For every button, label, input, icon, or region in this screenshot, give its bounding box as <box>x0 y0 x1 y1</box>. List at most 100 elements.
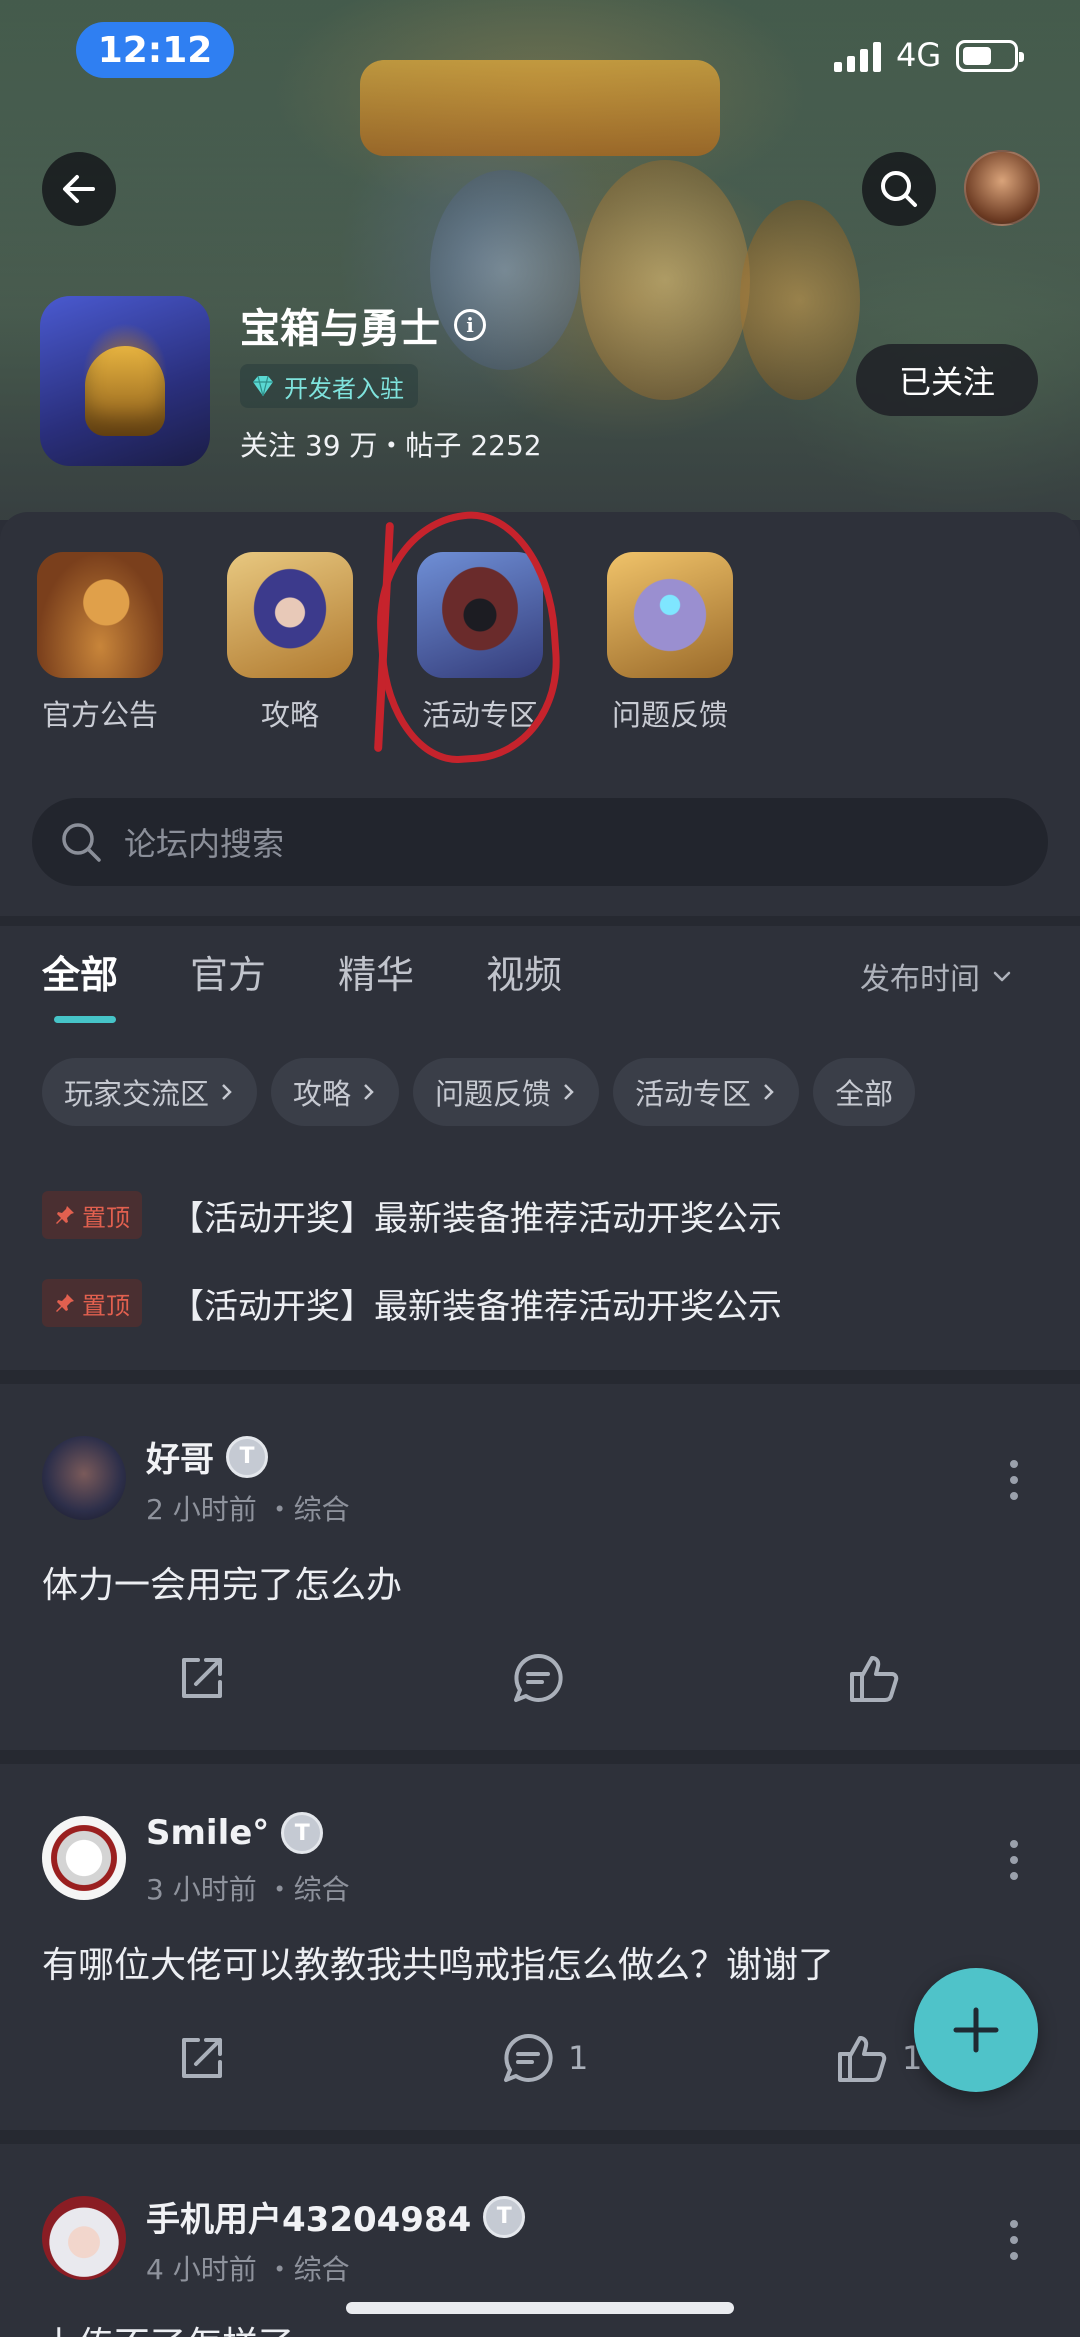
battery-icon <box>956 40 1024 72</box>
shortcut-events[interactable]: 活动专区 <box>400 552 560 734</box>
create-post-button[interactable] <box>914 1968 1038 2092</box>
more-options-icon[interactable] <box>1006 1460 1022 1500</box>
shortcut-row: 官方公告 攻略 活动专区 问题反馈 <box>0 552 1080 732</box>
pinned-badge: 置顶 <box>42 1191 142 1239</box>
tab-video[interactable]: 视频 <box>486 944 562 999</box>
share-icon <box>182 1658 222 1698</box>
thumbs-up-icon <box>850 1656 899 1702</box>
pinned-badge-label: 置顶 <box>82 1203 130 1232</box>
shortcut-feedback[interactable]: 问题反馈 <box>590 552 750 734</box>
pin-icon <box>56 1206 74 1224</box>
comment-button[interactable]: 1 <box>500 2030 588 2086</box>
game-title: 宝箱与勇士 <box>240 306 440 352</box>
active-tab-indicator <box>54 1016 116 1023</box>
tab-featured[interactable]: 精华 <box>338 944 414 999</box>
chip-label: 全部 <box>835 1077 894 1111</box>
pin-icon <box>56 1294 74 1312</box>
pinned-badge: 置顶 <box>42 1279 142 1327</box>
chip-all[interactable]: 全部 <box>813 1058 916 1126</box>
search-placeholder: 论坛内搜索 <box>124 825 285 863</box>
level-badge-icon: T <box>483 2195 526 2238</box>
shortcut-icon <box>37 552 163 678</box>
forum-stats: 关注 39 万・帖子 2252 <box>240 429 542 462</box>
search-icon <box>881 171 917 207</box>
like-button[interactable] <box>846 1650 914 1706</box>
post-meta: 4 小时前 ・综合 <box>146 2253 350 2286</box>
comment-button[interactable] <box>510 1650 578 1706</box>
sort-dropdown[interactable]: 发布时间 <box>860 954 1014 998</box>
plus-icon <box>953 2007 999 2053</box>
post-meta: 3 小时前 ・综合 <box>146 1873 350 1906</box>
share-icon <box>182 2038 222 2078</box>
post-actions <box>0 1650 1080 1720</box>
chip-feedback[interactable]: 问题反馈 <box>413 1058 600 1126</box>
banner-character-art <box>740 200 860 400</box>
pinned-title: 【活动开奖】最新装备推荐活动开奖公示 <box>170 1286 782 1327</box>
banner-character-art <box>580 160 750 400</box>
shortcut-official-announcement[interactable]: 官方公告 <box>20 552 180 734</box>
pinned-badge-label: 置顶 <box>82 1291 130 1320</box>
chevron-right-icon <box>764 1084 774 1100</box>
author-avatar[interactable] <box>42 2196 126 2280</box>
sort-label: 发布时间 <box>860 962 980 997</box>
chip-events[interactable]: 活动专区 <box>613 1058 800 1126</box>
post-meta: 2 小时前 ・综合 <box>146 1493 350 1526</box>
chevron-right-icon <box>564 1084 574 1100</box>
shortcut-label: 攻略 <box>260 698 319 732</box>
follow-button[interactable]: 已关注 <box>856 344 1038 416</box>
section-divider <box>0 2130 1080 2144</box>
post-content: 上传不了怎样了 <box>42 2316 294 2337</box>
chevron-right-icon <box>222 1084 232 1100</box>
section-divider <box>0 1750 1080 1764</box>
pinned-post[interactable]: 置顶 【活动开奖】最新装备推荐活动开奖公示 <box>42 1278 782 1328</box>
developer-badge: 开发者入驻 <box>240 364 418 408</box>
tab-official[interactable]: 官方 <box>190 944 266 999</box>
share-button[interactable] <box>174 1650 230 1706</box>
level-badge-icon: T <box>226 1435 268 1478</box>
shortcut-guide[interactable]: 攻略 <box>210 552 370 734</box>
chip-guide[interactable]: 攻略 <box>271 1058 400 1126</box>
section-divider <box>0 1370 1080 1384</box>
network-type: 4G <box>896 36 942 74</box>
author-name: Smile° <box>146 1813 270 1853</box>
share-button[interactable] <box>174 2030 230 2086</box>
developer-badge-label: 开发者入驻 <box>284 374 404 403</box>
thumbs-up-icon <box>838 2036 887 2082</box>
author-avatar[interactable] <box>42 1436 126 1520</box>
shortcut-label: 活动专区 <box>421 698 538 732</box>
status-bar: 12:12 4G <box>0 0 1080 100</box>
chip-player-exchange[interactable]: 玩家交流区 <box>42 1058 258 1126</box>
shortcut-icon <box>227 552 353 678</box>
pinned-post[interactable]: 置顶 【活动开奖】最新装备推荐活动开奖公示 <box>42 1190 782 1240</box>
diamond-icon <box>253 375 273 397</box>
chip-label: 活动专区 <box>635 1077 752 1111</box>
category-chips: 玩家交流区 攻略 问题反馈 活动专区 全部 <box>42 1058 916 1126</box>
user-avatar[interactable] <box>964 150 1040 226</box>
back-button[interactable] <box>42 152 116 226</box>
info-icon[interactable]: i <box>454 309 486 341</box>
forum-search-bar[interactable]: 论坛内搜索 <box>32 798 1048 886</box>
section-divider <box>0 916 1080 926</box>
post-content: 体力一会用完了怎么办 <box>42 1565 403 1606</box>
like-button[interactable]: 1 <box>834 2030 922 2086</box>
comment-icon <box>504 2033 553 2082</box>
shortcut-label: 官方公告 <box>41 698 158 732</box>
search-icon <box>62 823 101 862</box>
shortcut-icon <box>607 552 733 678</box>
level-badge-icon: T <box>281 1812 324 1854</box>
post-card[interactable]: 好哥 T 2 小时前 ・综合 体力一会用完了怎么办 <box>0 1384 1080 1754</box>
more-options-icon[interactable] <box>1006 2220 1022 2260</box>
tab-all[interactable]: 全部 <box>42 944 118 999</box>
comment-count: 1 <box>568 2039 589 2077</box>
post-card[interactable]: Smile° T 3 小时前 ・综合 有哪位大佬可以教教我共鸣戒指怎么做么？谢谢… <box>0 1764 1080 2134</box>
arrow-left-icon <box>63 175 95 203</box>
more-options-icon[interactable] <box>1006 1840 1022 1880</box>
author-avatar[interactable] <box>42 1816 126 1900</box>
author-name: 手机用户43204984 <box>146 2200 472 2240</box>
chevron-down-icon <box>993 971 1011 982</box>
home-indicator[interactable] <box>346 2302 734 2314</box>
shortcut-icon <box>417 552 543 678</box>
author-name: 好哥 <box>146 1440 214 1480</box>
shortcut-label: 问题反馈 <box>611 698 728 732</box>
search-button[interactable] <box>862 152 936 226</box>
